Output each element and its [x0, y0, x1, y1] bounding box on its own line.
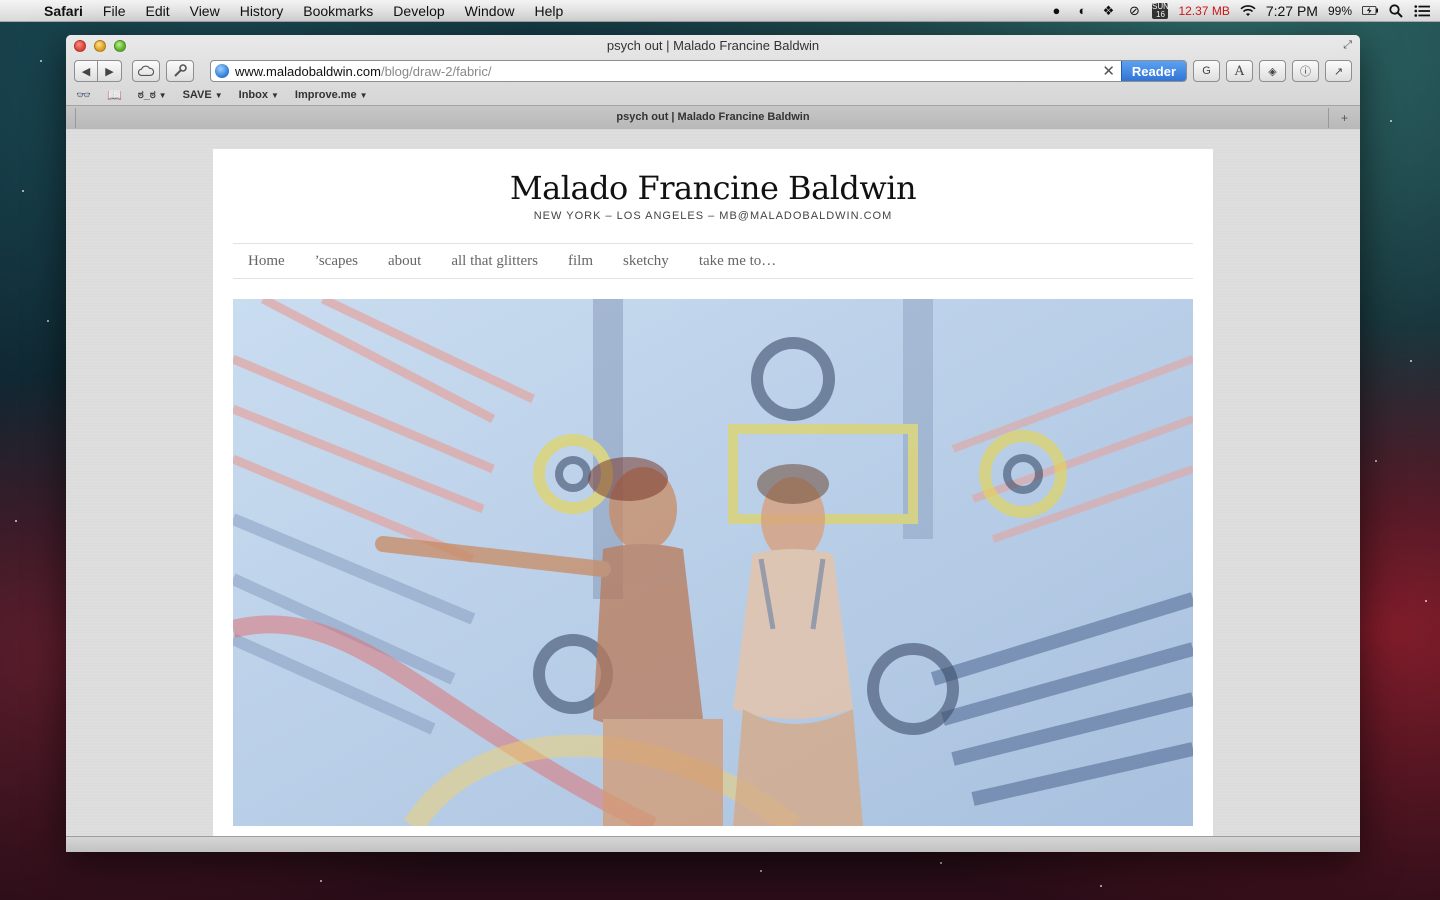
- sync-icon[interactable]: ◐: [1074, 3, 1090, 19]
- share-icon: ↗: [1333, 65, 1344, 78]
- site-page: Malado Francine Baldwin NEW YORK – LOS A…: [213, 149, 1213, 836]
- share-button[interactable]: ↗: [1325, 60, 1352, 82]
- bookmark-save-label: SAVE: [182, 89, 212, 101]
- info-circle-icon: ⓘ: [1300, 66, 1311, 78]
- menu-history[interactable]: History: [230, 0, 294, 22]
- calendar-day: 16: [1156, 9, 1165, 19]
- site-title[interactable]: Malado Francine Baldwin: [213, 169, 1213, 207]
- menu-view[interactable]: View: [180, 0, 230, 22]
- icloud-icon: [138, 65, 154, 77]
- globe-icon: [215, 64, 229, 78]
- safari-window: psych out | Malado Francine Baldwin ⤢ ◀ …: [66, 35, 1360, 852]
- growl-icon[interactable]: ●: [1048, 3, 1064, 19]
- menu-develop[interactable]: Develop: [383, 0, 454, 22]
- menu-file[interactable]: File: [93, 0, 136, 22]
- nav-sketchy[interactable]: sketchy: [623, 253, 669, 270]
- nav-scapes[interactable]: ’scapes: [315, 253, 358, 270]
- g-extension-icon: G: [1202, 65, 1211, 77]
- battery-icon[interactable]: [1362, 3, 1378, 19]
- bookmark-inbox[interactable]: Inbox ▼: [239, 89, 279, 101]
- forward-button[interactable]: ▶: [98, 60, 122, 82]
- bookmark-inbox-label: Inbox: [238, 89, 268, 101]
- title-bar: psych out | Malado Francine Baldwin ⤢ ◀ …: [66, 35, 1360, 129]
- dropbox-icon[interactable]: ❖: [1100, 3, 1116, 19]
- menu-bookmarks[interactable]: Bookmarks: [293, 0, 383, 22]
- clear-url-icon[interactable]: ✕: [1096, 62, 1121, 80]
- caret-down-icon: ▼: [271, 91, 279, 100]
- reader-button[interactable]: Reader: [1120, 61, 1186, 81]
- back-forward-group: ◀ ▶: [74, 60, 122, 82]
- circle-icon[interactable]: ⊘: [1126, 3, 1142, 19]
- nav-take-me-to[interactable]: take me to…: [699, 253, 776, 270]
- nav-home[interactable]: Home: [248, 253, 285, 270]
- hero-image[interactable]: [233, 299, 1193, 826]
- new-tab-button[interactable]: +: [1328, 108, 1360, 128]
- url-host: www.maladobaldwin.com: [235, 63, 381, 79]
- bookmark-improve[interactable]: Improve.me ▼: [295, 89, 368, 101]
- calendar-icon[interactable]: SUN 16: [1152, 2, 1169, 19]
- psychedelic-artwork: [233, 299, 1193, 826]
- caret-down-icon: ▼: [359, 91, 368, 100]
- font-button[interactable]: A: [1226, 60, 1253, 82]
- back-button[interactable]: ◀: [74, 60, 98, 82]
- nav-film[interactable]: film: [568, 253, 593, 270]
- status-bar: [66, 836, 1360, 852]
- memory-usage[interactable]: 12.37 MB: [1178, 4, 1229, 18]
- settings-button[interactable]: [166, 60, 194, 82]
- forward-arrow-icon: ▶: [105, 65, 114, 78]
- bookmark-save[interactable]: SAVE ▼: [183, 89, 223, 101]
- evernote-button[interactable]: ◈: [1259, 60, 1286, 82]
- bookmark-improve-label: Improve.me: [294, 89, 357, 101]
- tab-bar: psych out | Malado Francine Baldwin +: [66, 105, 1360, 129]
- window-title: psych out | Malado Francine Baldwin: [606, 38, 820, 53]
- bookmarks-bar: 👓 📖 ಠ_ಠ ▼ SAVE ▼ Inbox ▼ Improve.me ▼: [76, 87, 1350, 103]
- spotlight-search-icon[interactable]: [1388, 3, 1404, 19]
- notification-center-icon[interactable]: [1414, 3, 1430, 19]
- fullscreen-icon[interactable]: ⤢: [1343, 39, 1352, 52]
- url-path: /blog/draw-2/fabric/: [380, 63, 492, 79]
- icloud-tabs-button[interactable]: [132, 60, 160, 82]
- caret-down-icon: ▼: [158, 90, 167, 100]
- stack-icon: ◈: [1268, 65, 1277, 78]
- menu-window[interactable]: Window: [455, 0, 525, 22]
- web-content: Malado Francine Baldwin NEW YORK – LOS A…: [66, 130, 1360, 836]
- font-a-icon: A: [1234, 63, 1245, 79]
- menu-bar: Safari File Edit View History Bookmarks …: [0, 0, 1440, 22]
- site-nav: Home ’scapes about all that glitters fil…: [233, 243, 1193, 279]
- back-arrow-icon: ◀: [81, 65, 91, 78]
- caret-down-icon: ▼: [214, 91, 223, 100]
- tab-active[interactable]: psych out | Malado Francine Baldwin: [66, 111, 1360, 123]
- bookmark-glyph-menu[interactable]: ಠ_ಠ ▼: [138, 89, 167, 102]
- site-subtitle: NEW YORK – LOS ANGELES – MB@MALADOBALDWI…: [533, 210, 893, 222]
- menu-help[interactable]: Help: [524, 0, 573, 22]
- wifi-icon[interactable]: [1240, 3, 1256, 19]
- status-tray: ● ◐ ❖ ⊘ SUN 16 12.37 MB 7:27 PM 99%: [1048, 0, 1440, 22]
- menu-edit[interactable]: Edit: [135, 0, 179, 22]
- extension-g-button[interactable]: G: [1193, 60, 1220, 82]
- nav-about[interactable]: about: [388, 253, 421, 270]
- clock[interactable]: 7:27 PM: [1266, 3, 1318, 19]
- address-bar[interactable]: www.maladobaldwin.com /blog/draw-2/fabri…: [210, 60, 1187, 82]
- reading-list-icon[interactable]: 👓: [76, 88, 91, 102]
- password-button[interactable]: ⓘ: [1292, 60, 1319, 82]
- wrench-icon: [174, 64, 187, 77]
- bookmark-glyph-label: ಠ_ಠ: [137, 88, 156, 101]
- menu-app-safari[interactable]: Safari: [40, 0, 93, 22]
- battery-percent[interactable]: 99%: [1328, 4, 1352, 18]
- bookmarks-book-icon[interactable]: 📖: [107, 88, 122, 102]
- nav-all-that-glitters[interactable]: all that glitters: [451, 253, 538, 270]
- toolbar: ◀ ▶ www.maladobaldwin.com /blog/draw-2/f…: [74, 59, 1352, 83]
